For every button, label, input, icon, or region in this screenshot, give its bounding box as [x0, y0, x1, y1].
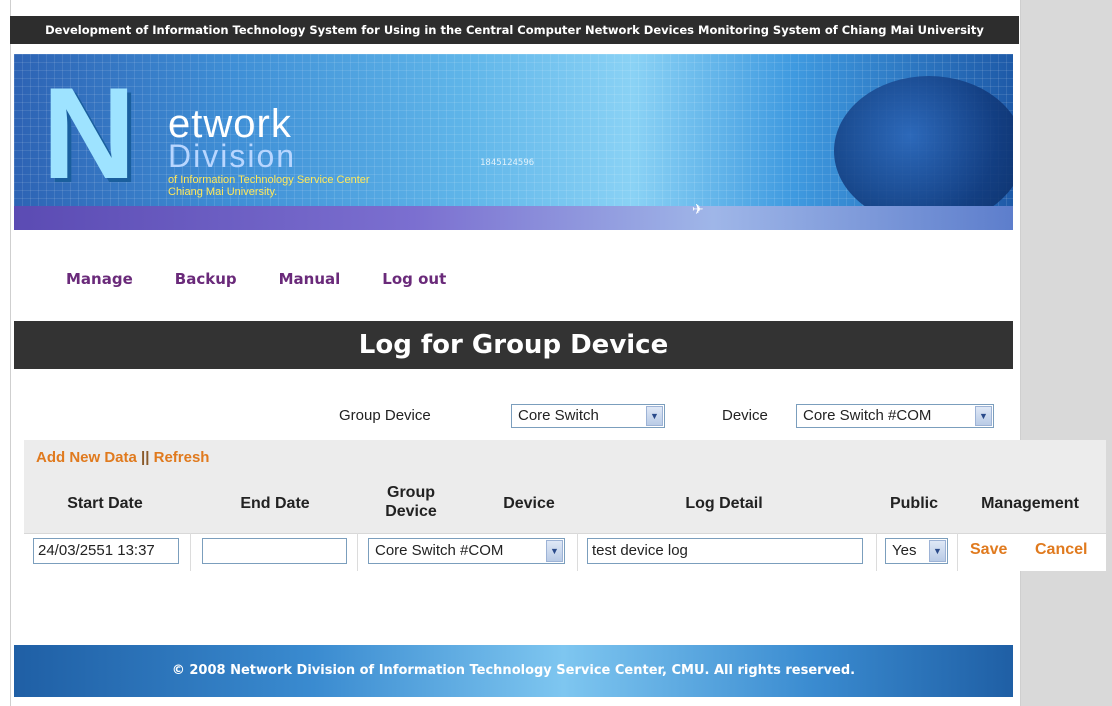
save-button[interactable]: Save [970, 541, 1007, 559]
end-date-input[interactable] [202, 538, 347, 564]
banner-code-text: 1845124596 [480, 158, 535, 168]
chevron-down-icon: ▼ [975, 406, 992, 426]
header-log-detail: Log Detail [685, 495, 763, 512]
cancel-button[interactable]: Cancel [1035, 541, 1087, 559]
filter-row: Group Device Core Switch ▼ Device Core S… [0, 402, 1112, 432]
logo-subtitle-line1: of Information Technology Service Center [168, 174, 370, 186]
airplane-icon: ✈ [692, 202, 704, 218]
refresh-link[interactable]: Refresh [154, 449, 210, 466]
page-margin-right [1019, 0, 1112, 706]
banner-stripe [14, 206, 1013, 230]
group-device-select[interactable]: Core Switch ▼ [511, 404, 665, 428]
actions-separator: || [141, 449, 150, 466]
logo-big-letter: N [42, 60, 136, 206]
system-title: Development of Information Technology Sy… [10, 16, 1019, 44]
nav-logout[interactable]: Log out [382, 270, 446, 290]
header-management: Management [981, 495, 1079, 512]
logo-subtitle: of Information Technology Service Center… [168, 174, 370, 198]
row-group-device-value: Core Switch #COM [375, 542, 504, 559]
row-group-device-select[interactable]: Core Switch #COM ▼ [368, 538, 565, 564]
device-select-value: Core Switch #COM [803, 407, 932, 424]
logo-subtitle-line2: Chiang Mai University. [168, 186, 278, 198]
header-group-device-line1: Group [387, 484, 435, 501]
header-group-device-line2: Device [385, 503, 437, 520]
header-end-date: End Date [240, 495, 310, 512]
globe-graphic [834, 76, 1013, 226]
start-date-input[interactable]: 24/03/2551 13:37 [33, 538, 179, 564]
network-division-banner: N etwork Division of Information Technol… [14, 54, 1013, 230]
logo-word-division: Division [168, 138, 297, 174]
cell-divider [577, 533, 578, 571]
log-detail-input[interactable]: test device log [587, 538, 863, 564]
public-select[interactable]: Yes ▼ [885, 538, 948, 564]
cell-divider [190, 533, 191, 571]
device-label: Device [722, 407, 768, 424]
main-nav: Manage Backup Manual Log out [66, 270, 488, 290]
page-title: Log for Group Device [14, 321, 1013, 369]
chevron-down-icon: ▼ [646, 406, 663, 426]
device-select[interactable]: Core Switch #COM ▼ [796, 404, 994, 428]
add-new-data-link[interactable]: Add New Data [36, 449, 137, 466]
group-device-label: Group Device [339, 407, 431, 424]
nav-backup[interactable]: Backup [175, 270, 237, 290]
header-start-date: Start Date [67, 495, 143, 512]
public-select-value: Yes [892, 542, 917, 559]
group-device-select-value: Core Switch [518, 407, 599, 424]
footer: © 2008 Network Division of Information T… [14, 645, 1013, 697]
nav-manage[interactable]: Manage [66, 270, 133, 290]
cell-divider [357, 533, 358, 571]
header-group-device: Group Device [355, 483, 467, 521]
cell-divider [876, 533, 877, 571]
chevron-down-icon: ▼ [546, 540, 563, 562]
header-public: Public [889, 495, 938, 512]
table-actions: Add New Data || Refresh [36, 449, 209, 466]
chevron-down-icon: ▼ [929, 540, 946, 562]
header-device: Device [503, 495, 555, 512]
cell-divider [957, 533, 958, 571]
nav-manual[interactable]: Manual [279, 270, 341, 290]
